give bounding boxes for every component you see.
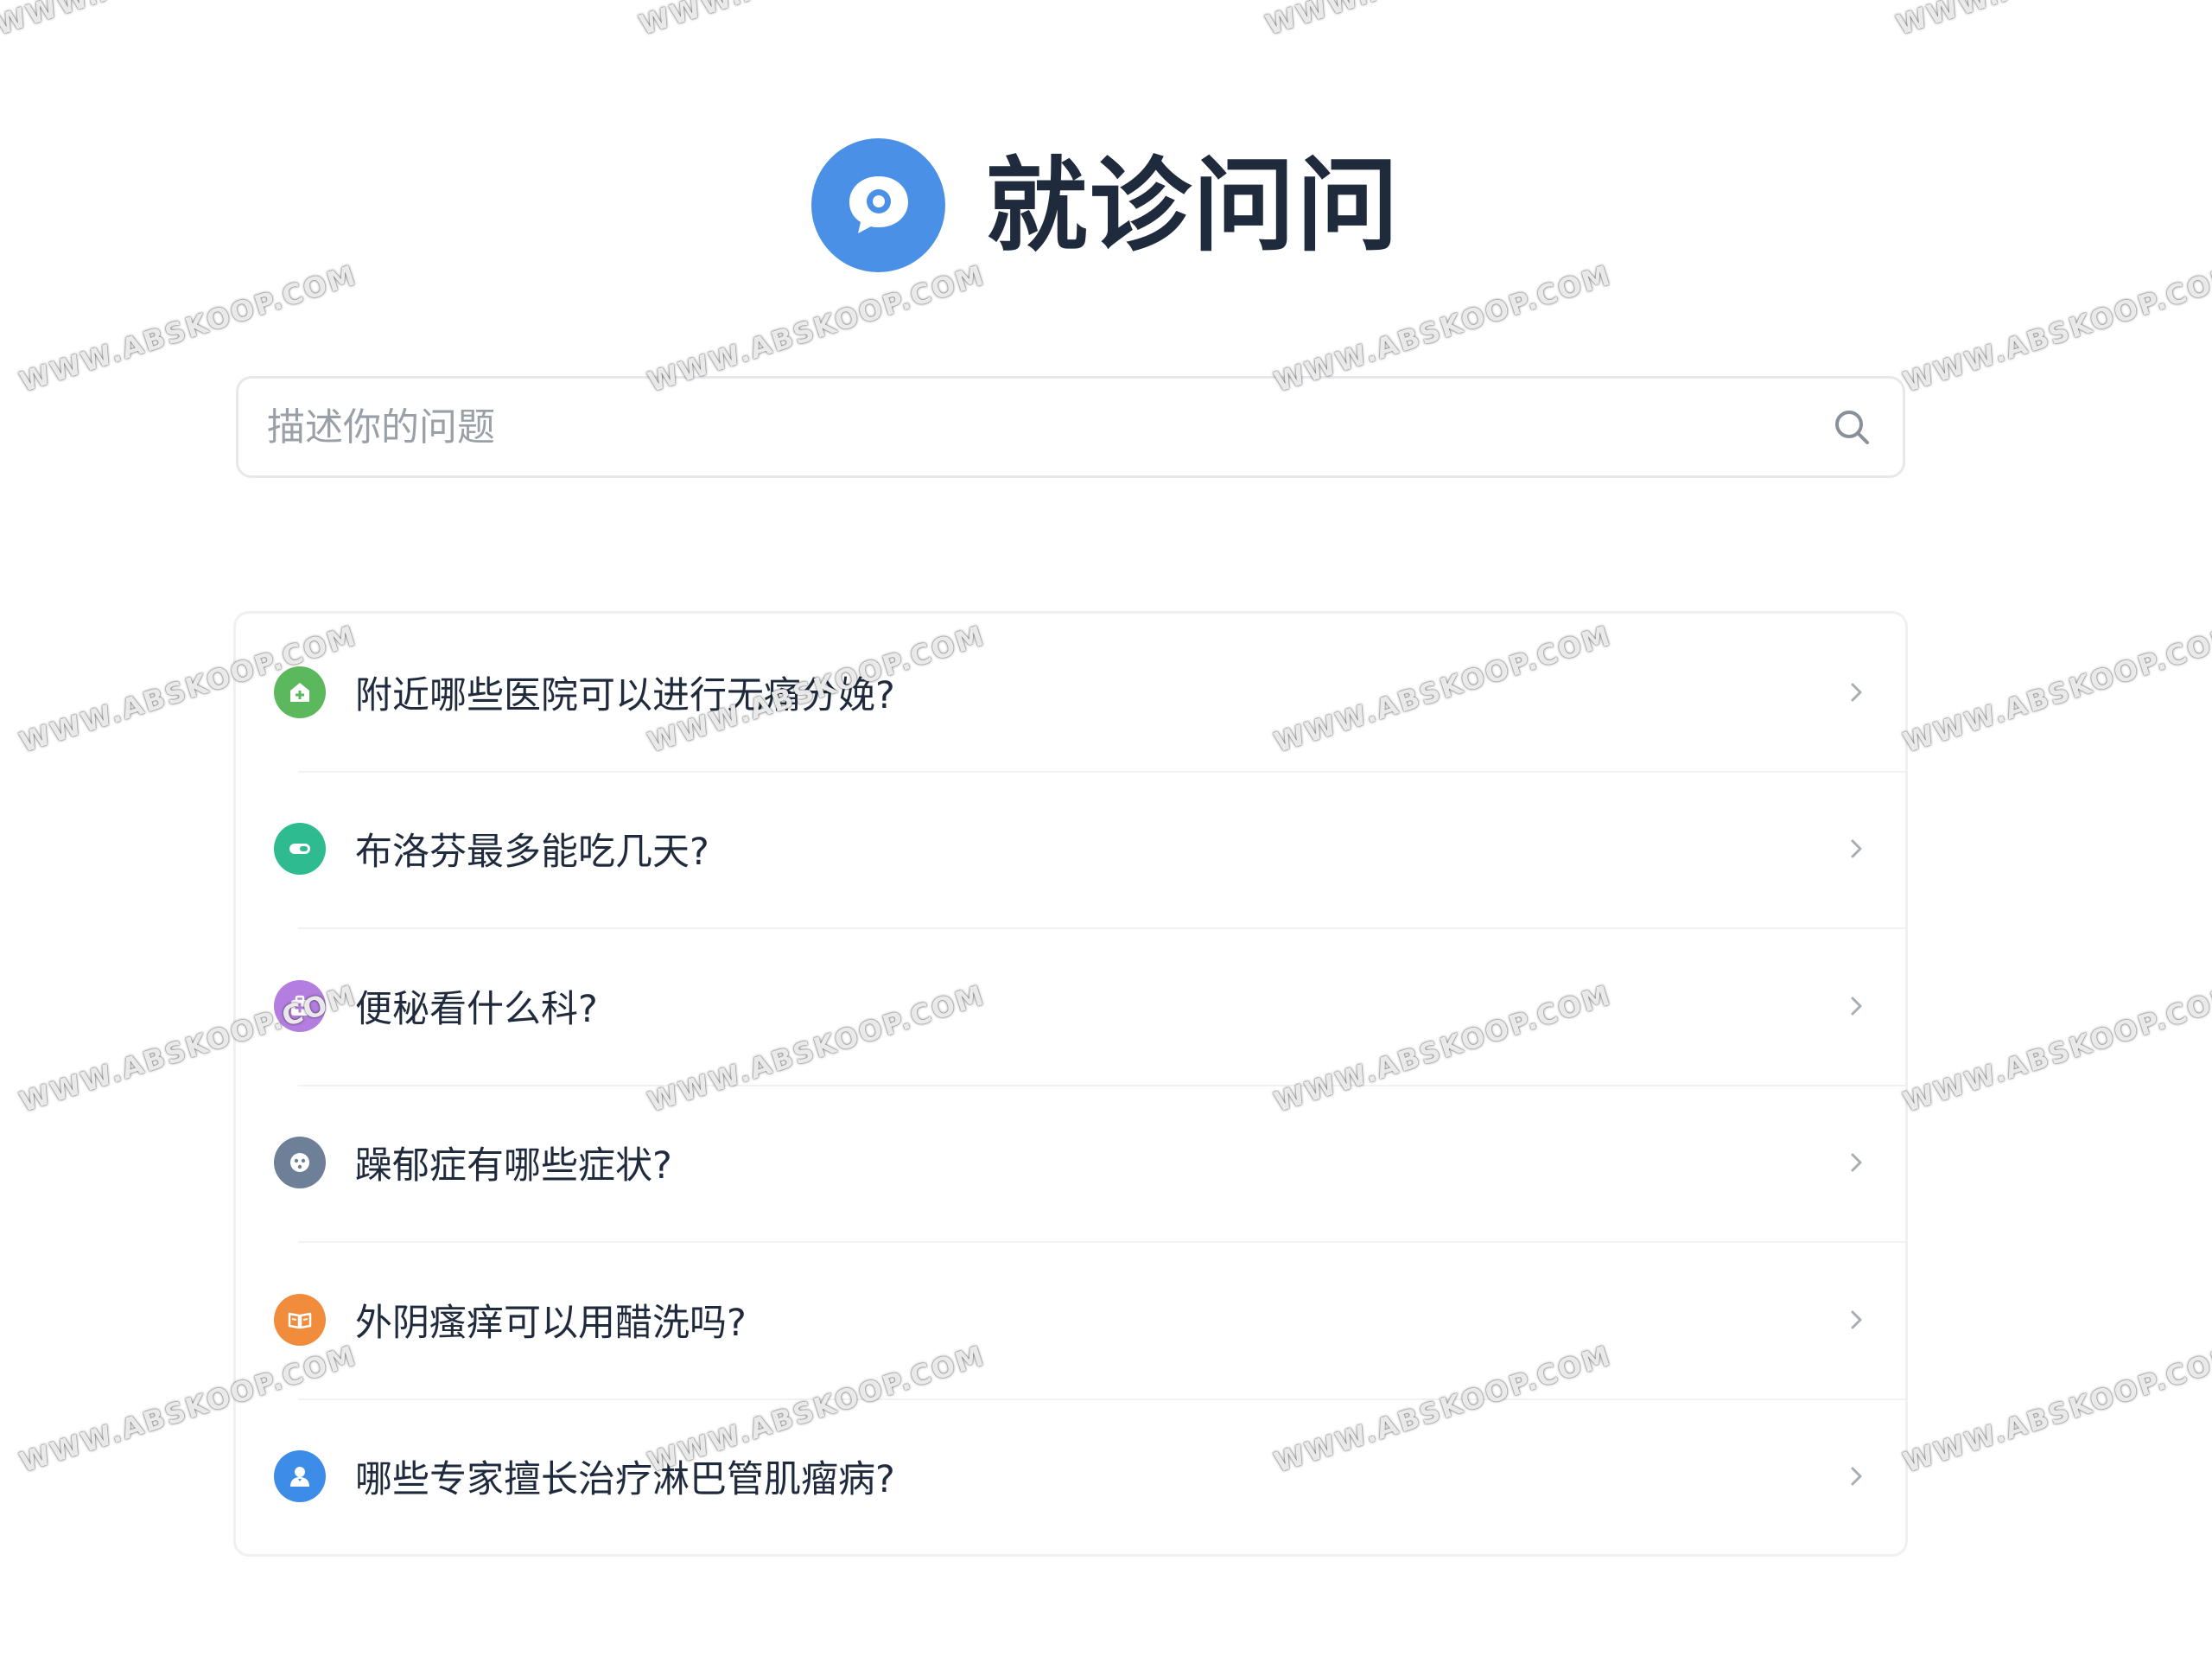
hospital-icon <box>274 666 326 718</box>
chevron-right-icon <box>1847 1304 1867 1335</box>
search-input[interactable] <box>265 404 1832 450</box>
book-icon <box>274 1293 326 1346</box>
question-label: 外阴瘙痒可以用醋洗吗? <box>355 1301 747 1345</box>
chevron-right-icon <box>1847 1147 1867 1178</box>
app-title: 就诊问问 <box>985 145 1401 265</box>
chevron-right-icon <box>1847 991 1867 1022</box>
list-item[interactable]: 布洛芬最多能吃几天? <box>236 770 1905 928</box>
list-item[interactable]: 外阴瘙痒可以用醋洗吗? <box>236 1241 1905 1398</box>
watermark: WWW.ABSKOOP.COM <box>0 0 336 41</box>
watermark: WWW.ABSKOOP.COM <box>1899 978 2212 1119</box>
list-item[interactable]: 附近哪些医院可以进行无痛分娩? <box>236 614 1905 771</box>
face-icon <box>274 1137 326 1189</box>
watermark: WWW.ABSKOOP.COM <box>1899 258 2212 399</box>
medkit-icon <box>274 979 326 1032</box>
watermark: WWW.ABSKOOP.COM <box>1899 619 2212 760</box>
search-bar[interactable] <box>236 376 1905 478</box>
chevron-right-icon <box>1847 1461 1867 1492</box>
app-header: 就诊问问 <box>0 138 2212 272</box>
question-label: 便秘看什么科? <box>355 987 598 1031</box>
question-label: 附近哪些医院可以进行无痛分娩? <box>355 673 895 717</box>
list-item[interactable]: 便秘看什么科? <box>236 927 1905 1085</box>
chat-bubble-icon <box>811 138 946 272</box>
question-label: 哪些专家擅长治疗淋巴管肌瘤病? <box>355 1458 895 1502</box>
watermark: WWW.ABSKOOP.COM <box>1899 1339 2212 1480</box>
chevron-right-icon <box>1847 833 1867 864</box>
suggested-questions-list: 附近哪些医院可以进行无痛分娩? 布洛芬最多能吃几天? 便秘看什么科? 躁郁症有哪… <box>233 611 1908 1557</box>
chevron-right-icon <box>1847 677 1867 708</box>
pill-icon <box>274 823 326 876</box>
watermark: WWW.ABSKOOP.COM <box>1262 0 1606 41</box>
list-item[interactable]: 躁郁症有哪些症状? <box>236 1084 1905 1242</box>
search-icon[interactable] <box>1832 407 1872 447</box>
watermark: WWW.ABSKOOP.COM <box>1892 0 2212 41</box>
watermark: WWW.ABSKOOP.COM <box>635 0 980 41</box>
doctor-icon <box>274 1450 326 1503</box>
list-item[interactable]: 哪些专家擅长治疗淋巴管肌瘤病? <box>236 1398 1905 1555</box>
question-label: 躁郁症有哪些症状? <box>355 1144 672 1188</box>
question-label: 布洛芬最多能吃几天? <box>355 831 709 875</box>
